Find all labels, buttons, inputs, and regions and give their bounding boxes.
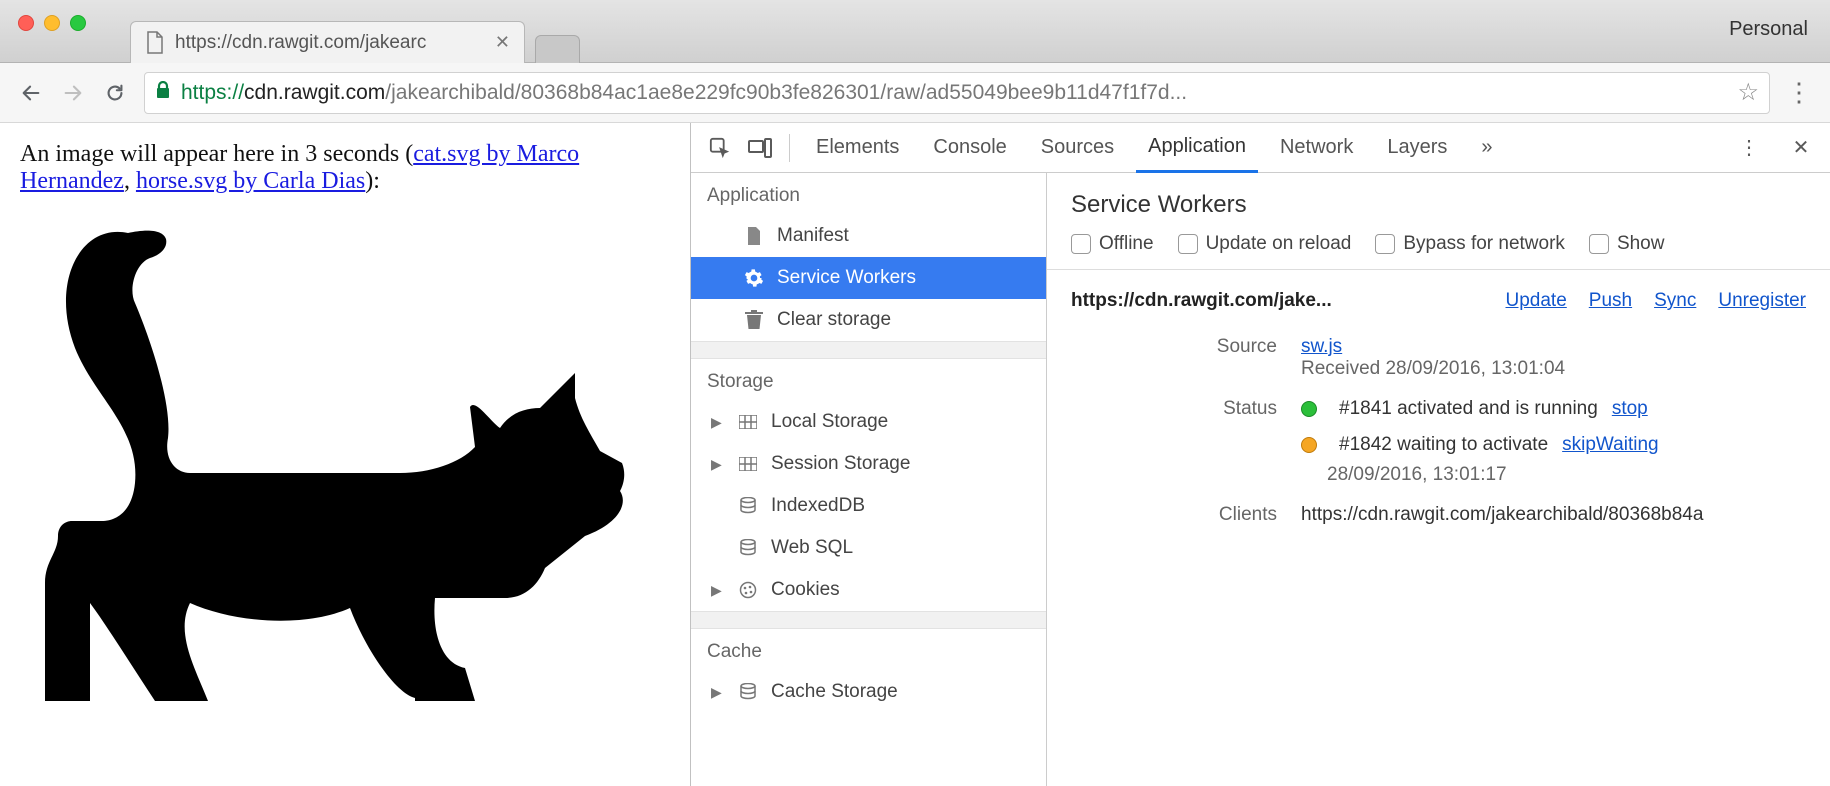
status-dot-waiting-icon (1301, 437, 1317, 453)
file-icon (145, 31, 165, 55)
browser-tab[interactable]: https://cdn.rawgit.com/jakearc ✕ (130, 21, 525, 63)
tab-application[interactable]: Application (1136, 123, 1258, 173)
service-workers-panel: Service Workers Offline Update on reload… (1047, 173, 1830, 786)
minimize-window-button[interactable] (44, 15, 60, 31)
status-waiting-text: #1842 waiting to activate (1339, 434, 1548, 456)
link-unregister[interactable]: Unregister (1718, 290, 1806, 312)
sidebar-item-label: Clear storage (777, 309, 891, 331)
clients-value: https://cdn.rawgit.com/jakearchibald/803… (1301, 504, 1806, 526)
cat-image (20, 203, 670, 710)
devtools: Elements Console Sources Application Net… (690, 123, 1830, 786)
chrome-menu-button[interactable]: ⋮ (1778, 77, 1820, 108)
link-update[interactable]: Update (1506, 290, 1567, 312)
tab-layers[interactable]: Layers (1375, 123, 1459, 173)
link-horse-svg[interactable]: horse.svg by Carla Dias (136, 168, 365, 194)
inspect-element-icon[interactable] (705, 133, 735, 163)
sidebar-item-clear-storage[interactable]: ▶ Clear storage (691, 299, 1046, 341)
sidebar-item-local-storage[interactable]: ▶ Local Storage (691, 401, 1046, 443)
bookmark-star-icon[interactable]: ☆ (1737, 78, 1759, 107)
sidebar-group-cache: Cache (691, 629, 1046, 671)
panel-title: Service Workers (1047, 173, 1830, 233)
url-host: cdn.rawgit.com (244, 81, 385, 105)
database-icon (737, 495, 759, 517)
sidebar-item-cache-storage[interactable]: ▶ Cache Storage (691, 671, 1046, 713)
label-status: Status (1071, 398, 1277, 420)
close-window-button[interactable] (18, 15, 34, 31)
profile-label[interactable]: Personal (1729, 18, 1808, 41)
tab-console[interactable]: Console (921, 123, 1018, 173)
trash-icon (743, 309, 765, 331)
sidebar-item-session-storage[interactable]: ▶ Session Storage (691, 443, 1046, 485)
status-activated-text: #1841 activated and is running (1339, 398, 1598, 420)
tab-network[interactable]: Network (1268, 123, 1365, 173)
checkbox-bypass-for-network[interactable]: Bypass for network (1375, 233, 1565, 255)
sidebar-item-label: Web SQL (771, 537, 853, 559)
tabs-overflow[interactable]: » (1469, 123, 1504, 173)
traffic-lights (0, 0, 86, 31)
gear-icon (743, 267, 765, 289)
cookie-icon (737, 579, 759, 601)
application-sidebar: Application ▶ Manifest ▶ Service Workers… (691, 173, 1047, 786)
status-waiting-time: 28/09/2016, 13:01:17 (1327, 464, 1806, 486)
sidebar-group-storage: Storage (691, 359, 1046, 401)
window-titlebar: https://cdn.rawgit.com/jakearc ✕ Persona… (0, 0, 1830, 63)
url-scheme: https (181, 81, 227, 105)
checkbox-offline[interactable]: Offline (1071, 233, 1154, 255)
devtools-tabbar: Elements Console Sources Application Net… (691, 123, 1830, 173)
devtools-menu-icon[interactable]: ⋮ (1734, 133, 1764, 163)
grid-icon (737, 453, 759, 475)
sidebar-item-cookies[interactable]: ▶ Cookies (691, 569, 1046, 611)
sidebar-item-indexeddb[interactable]: ▶ IndexedDB (691, 485, 1046, 527)
sidebar-item-label: Cache Storage (771, 681, 898, 703)
status-dot-activated-icon (1301, 401, 1317, 417)
sidebar-item-label: Session Storage (771, 453, 910, 475)
address-bar[interactable]: https://cdn.rawgit.com/jakearchibald/803… (144, 72, 1770, 114)
browser-toolbar: https://cdn.rawgit.com/jakearchibald/803… (0, 63, 1830, 123)
sidebar-group-application: Application (691, 173, 1046, 215)
checkbox-show[interactable]: Show (1589, 233, 1665, 255)
sidebar-item-label: Service Workers (777, 267, 916, 289)
sidebar-item-label: IndexedDB (771, 495, 865, 517)
zoom-window-button[interactable] (70, 15, 86, 31)
source-received: Received 28/09/2016, 13:01:04 (1301, 358, 1806, 380)
grid-icon (737, 411, 759, 433)
tab-elements[interactable]: Elements (804, 123, 911, 173)
sidebar-item-label: Cookies (771, 579, 840, 601)
close-tab-button[interactable]: ✕ (495, 32, 510, 53)
sw-origin: https://cdn.rawgit.com/jake... (1071, 290, 1484, 312)
close-devtools-icon[interactable]: ✕ (1786, 133, 1816, 163)
forward-button[interactable] (52, 72, 94, 114)
panel-options: Offline Update on reload Bypass for netw… (1047, 233, 1830, 270)
new-tab-button[interactable] (535, 35, 580, 63)
sidebar-item-label: Local Storage (771, 411, 888, 433)
label-source: Source (1071, 336, 1277, 358)
sidebar-item-label: Manifest (777, 225, 849, 247)
url-path: /jakearchibald/80368b84ac1ae8e229fc90b3f… (385, 81, 1187, 105)
device-toolbar-icon[interactable] (745, 133, 775, 163)
link-source-file[interactable]: sw.js (1301, 336, 1342, 357)
file-icon (743, 225, 765, 247)
label-clients: Clients (1071, 504, 1277, 526)
page-text: An image will appear here in 3 seconds ( (20, 141, 413, 167)
sidebar-item-service-workers[interactable]: ▶ Service Workers (691, 257, 1046, 299)
lock-icon (155, 81, 171, 105)
reload-button[interactable] (94, 72, 136, 114)
sidebar-item-websql[interactable]: ▶ Web SQL (691, 527, 1046, 569)
link-skipwaiting[interactable]: skipWaiting (1562, 434, 1658, 456)
link-sync[interactable]: Sync (1654, 290, 1696, 312)
database-icon (737, 681, 759, 703)
page-content: An image will appear here in 3 seconds (… (0, 123, 690, 786)
tab-sources[interactable]: Sources (1029, 123, 1126, 173)
database-icon (737, 537, 759, 559)
checkbox-update-on-reload[interactable]: Update on reload (1178, 233, 1352, 255)
sidebar-item-manifest[interactable]: ▶ Manifest (691, 215, 1046, 257)
link-push[interactable]: Push (1589, 290, 1632, 312)
back-button[interactable] (10, 72, 52, 114)
tab-title: https://cdn.rawgit.com/jakearc (175, 32, 487, 54)
link-stop[interactable]: stop (1612, 398, 1648, 420)
